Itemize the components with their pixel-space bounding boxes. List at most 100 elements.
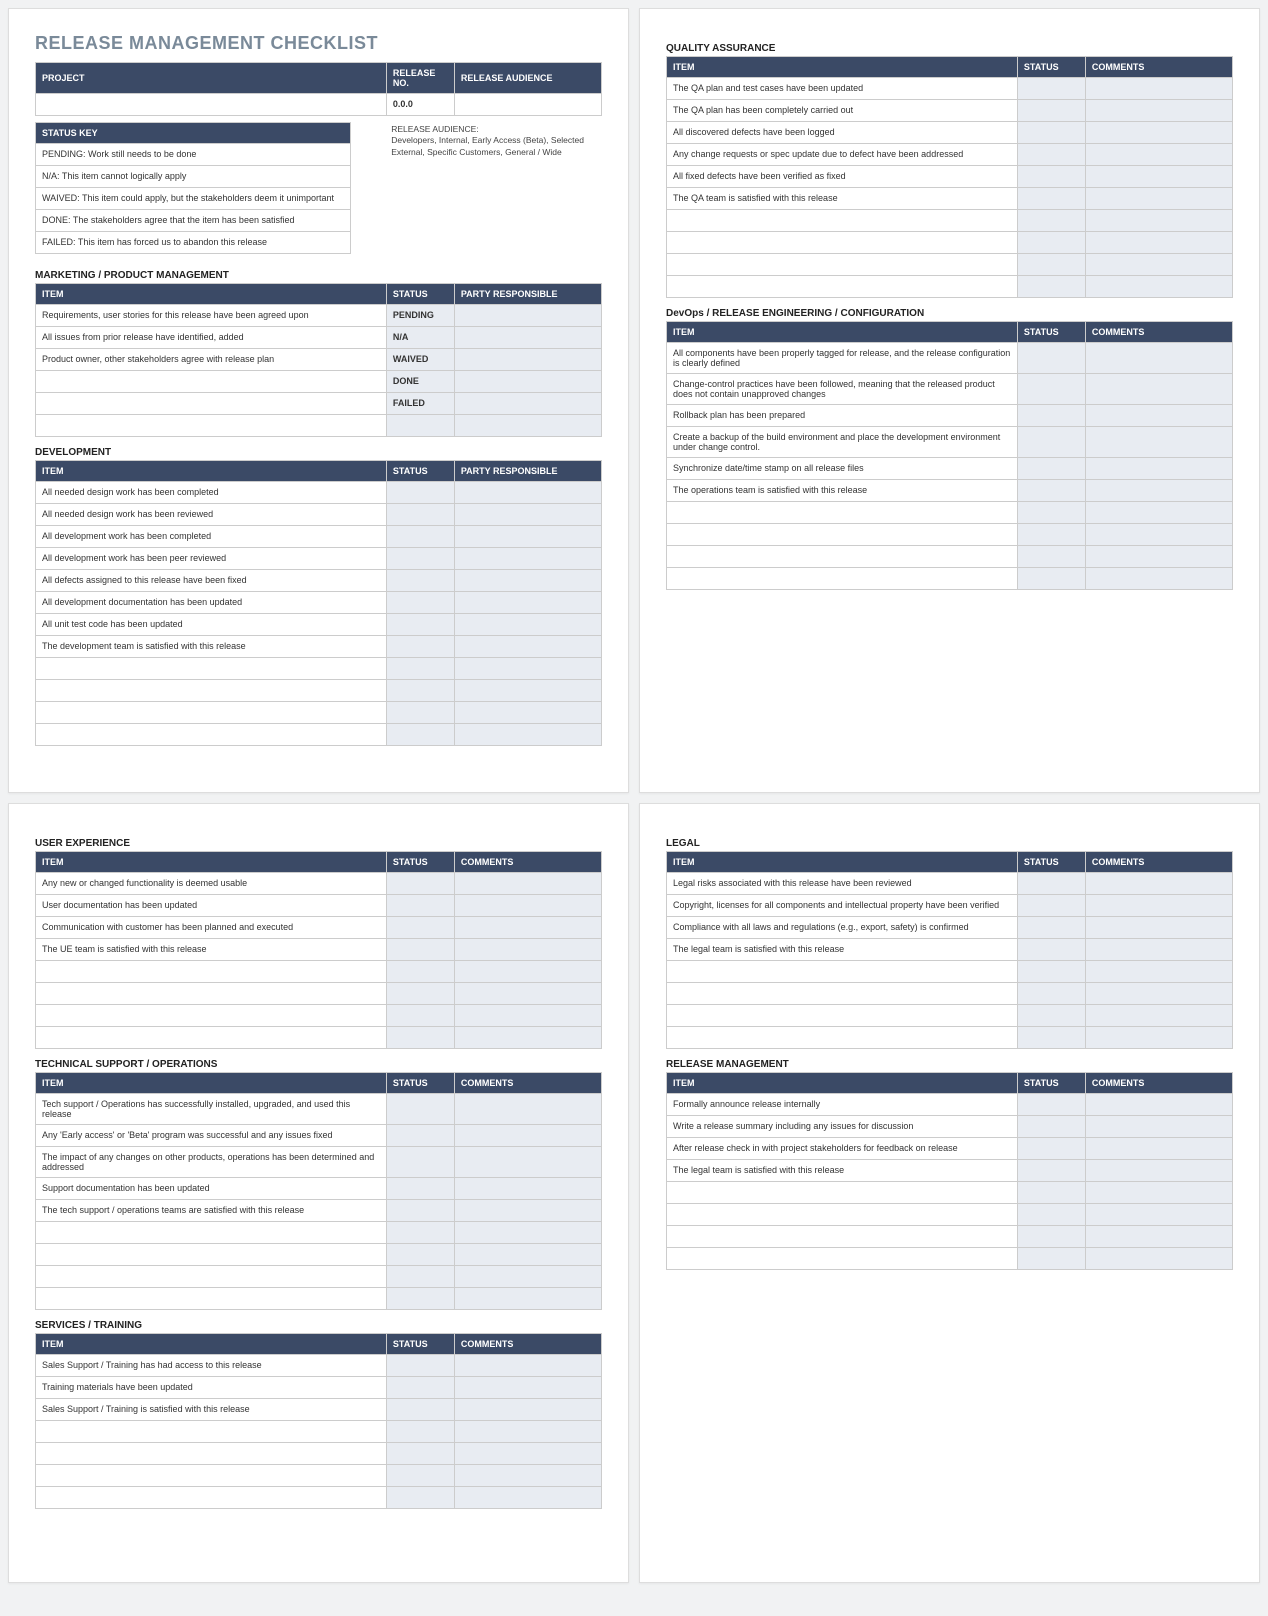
item-cell[interactable]: Sales Support / Training is satisfied wi… — [36, 1399, 387, 1421]
item-cell[interactable]: The operations team is satisfied with th… — [667, 480, 1018, 502]
status-cell[interactable] — [386, 939, 454, 961]
comments-cell[interactable] — [1085, 873, 1232, 895]
party-cell[interactable] — [454, 526, 601, 548]
item-cell[interactable]: All issues from prior release have ident… — [36, 327, 387, 349]
status-cell[interactable] — [386, 1147, 454, 1178]
party-cell[interactable] — [454, 702, 601, 724]
item-cell[interactable] — [667, 983, 1018, 1005]
status-cell[interactable] — [1017, 458, 1085, 480]
status-cell[interactable] — [386, 895, 454, 917]
item-cell[interactable]: All needed design work has been complete… — [36, 482, 387, 504]
item-cell[interactable]: All components have been properly tagged… — [667, 343, 1018, 374]
status-cell[interactable]: FAILED — [386, 393, 454, 415]
comments-cell[interactable] — [1085, 1138, 1232, 1160]
status-cell[interactable] — [386, 1421, 454, 1443]
comments-cell[interactable] — [454, 873, 601, 895]
status-cell[interactable] — [386, 1244, 454, 1266]
item-cell[interactable] — [36, 1266, 387, 1288]
party-cell[interactable] — [454, 482, 601, 504]
item-cell[interactable] — [36, 658, 387, 680]
status-cell[interactable] — [1017, 480, 1085, 502]
item-cell[interactable]: User documentation has been updated — [36, 895, 387, 917]
status-cell[interactable] — [386, 702, 454, 724]
item-cell[interactable] — [36, 1487, 387, 1509]
status-cell[interactable] — [386, 1443, 454, 1465]
comments-cell[interactable] — [454, 1487, 601, 1509]
item-cell[interactable]: The QA team is satisfied with this relea… — [667, 188, 1018, 210]
status-cell[interactable] — [386, 614, 454, 636]
status-cell[interactable] — [1017, 524, 1085, 546]
item-cell[interactable]: The tech support / operations teams are … — [36, 1200, 387, 1222]
release-no-value[interactable]: 0.0.0 — [386, 94, 454, 116]
status-cell[interactable] — [1017, 374, 1085, 405]
status-cell[interactable] — [1017, 166, 1085, 188]
status-cell[interactable] — [386, 1266, 454, 1288]
status-cell[interactable] — [1017, 502, 1085, 524]
status-cell[interactable] — [386, 1465, 454, 1487]
party-cell[interactable] — [454, 504, 601, 526]
status-cell[interactable] — [386, 658, 454, 680]
comments-cell[interactable] — [1085, 1226, 1232, 1248]
release-audience-value[interactable] — [454, 94, 601, 116]
status-cell[interactable] — [1017, 1116, 1085, 1138]
item-cell[interactable] — [36, 680, 387, 702]
item-cell[interactable]: All development documentation has been u… — [36, 592, 387, 614]
party-cell[interactable] — [454, 371, 601, 393]
comments-cell[interactable] — [454, 1421, 601, 1443]
item-cell[interactable] — [36, 393, 387, 415]
comments-cell[interactable] — [454, 1147, 601, 1178]
project-value[interactable] — [36, 94, 387, 116]
comments-cell[interactable] — [1085, 78, 1232, 100]
comments-cell[interactable] — [454, 1244, 601, 1266]
status-cell[interactable] — [1017, 1138, 1085, 1160]
comments-cell[interactable] — [1085, 166, 1232, 188]
item-cell[interactable]: Copyright, licenses for all components a… — [667, 895, 1018, 917]
status-cell[interactable] — [1017, 895, 1085, 917]
item-cell[interactable]: The legal team is satisfied with this re… — [667, 939, 1018, 961]
item-cell[interactable]: The legal team is satisfied with this re… — [667, 1160, 1018, 1182]
comments-cell[interactable] — [1085, 232, 1232, 254]
party-cell[interactable] — [454, 636, 601, 658]
item-cell[interactable] — [667, 1248, 1018, 1270]
item-cell[interactable] — [667, 1182, 1018, 1204]
status-cell[interactable] — [1017, 232, 1085, 254]
comments-cell[interactable] — [454, 1178, 601, 1200]
item-cell[interactable] — [667, 961, 1018, 983]
status-cell[interactable] — [1017, 1094, 1085, 1116]
item-cell[interactable]: Rollback plan has been prepared — [667, 405, 1018, 427]
item-cell[interactable] — [667, 232, 1018, 254]
status-cell[interactable] — [1017, 873, 1085, 895]
item-cell[interactable]: All development work has been peer revie… — [36, 548, 387, 570]
comments-cell[interactable] — [454, 961, 601, 983]
comments-cell[interactable] — [454, 1094, 601, 1125]
comments-cell[interactable] — [1085, 427, 1232, 458]
comments-cell[interactable] — [1085, 1094, 1232, 1116]
status-cell[interactable] — [1017, 939, 1085, 961]
party-cell[interactable] — [454, 724, 601, 746]
item-cell[interactable]: All development work has been completed — [36, 526, 387, 548]
status-cell[interactable] — [1017, 122, 1085, 144]
status-cell[interactable] — [1017, 917, 1085, 939]
item-cell[interactable] — [36, 702, 387, 724]
item-cell[interactable] — [667, 502, 1018, 524]
status-cell[interactable] — [386, 526, 454, 548]
comments-cell[interactable] — [1085, 524, 1232, 546]
status-cell[interactable] — [386, 1399, 454, 1421]
item-cell[interactable]: Synchronize date/time stamp on all relea… — [667, 458, 1018, 480]
comments-cell[interactable] — [1085, 144, 1232, 166]
comments-cell[interactable] — [454, 1288, 601, 1310]
item-cell[interactable]: All needed design work has been reviewed — [36, 504, 387, 526]
item-cell[interactable]: The development team is satisfied with t… — [36, 636, 387, 658]
status-cell[interactable] — [386, 1005, 454, 1027]
status-cell[interactable] — [386, 1027, 454, 1049]
comments-cell[interactable] — [1085, 983, 1232, 1005]
party-cell[interactable] — [454, 570, 601, 592]
item-cell[interactable]: Create a backup of the build environment… — [667, 427, 1018, 458]
comments-cell[interactable] — [454, 1200, 601, 1222]
item-cell[interactable]: Product owner, other stakeholders agree … — [36, 349, 387, 371]
item-cell[interactable]: Communication with customer has been pla… — [36, 917, 387, 939]
item-cell[interactable]: All discovered defects have been logged — [667, 122, 1018, 144]
party-cell[interactable] — [454, 327, 601, 349]
status-cell[interactable] — [1017, 983, 1085, 1005]
party-cell[interactable] — [454, 658, 601, 680]
